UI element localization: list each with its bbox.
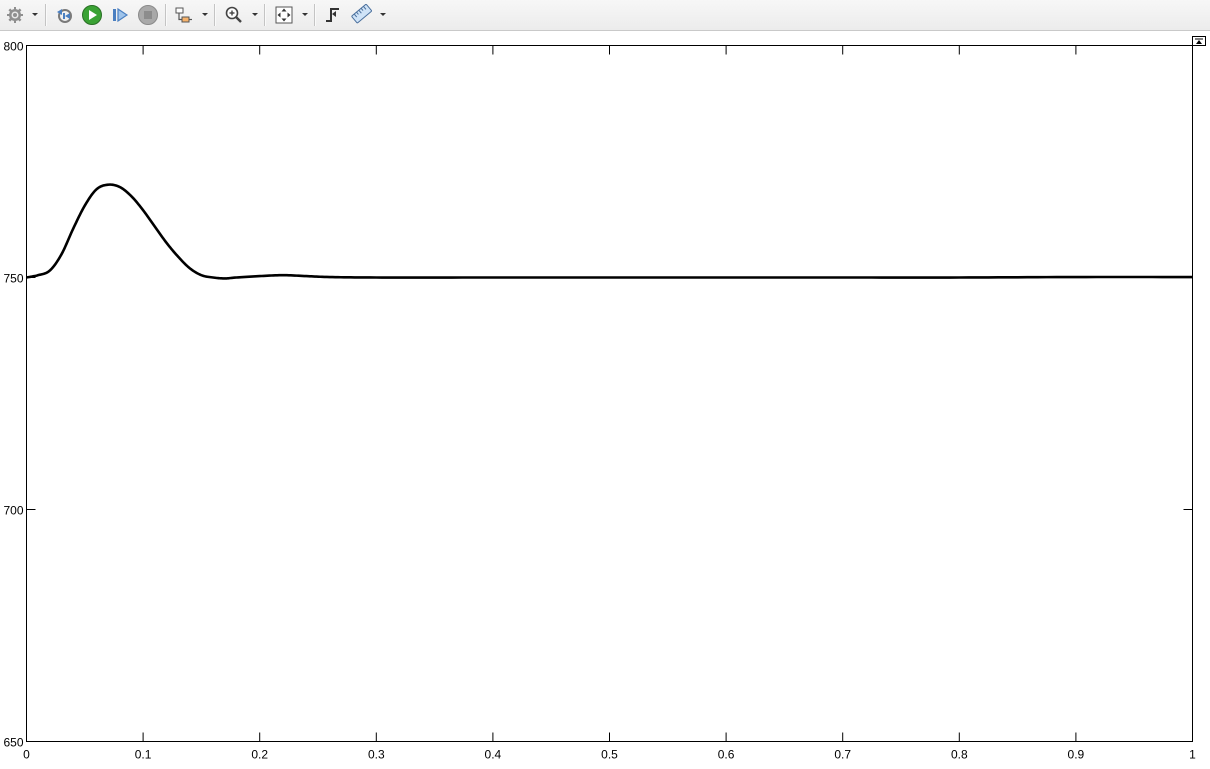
- plot-canvas: 0 0.1 0.2 0.3 0.4 0.5 0.6 0.7 0.8 0.9 1 650 700 750 80…: [3, 40, 1196, 762]
- ruler-icon: [351, 4, 372, 24]
- step-forward-icon: [113, 7, 129, 23]
- toolbar-separator: [165, 4, 167, 26]
- y-tick-label: 750: [3, 272, 23, 286]
- x-tick-label: 0.5: [601, 748, 618, 762]
- gear-icon: [7, 7, 23, 23]
- x-tick-label: 0.4: [485, 748, 502, 762]
- scope-plot[interactable]: 0 0.1 0.2 0.3 0.4 0.5 0.6 0.7 0.8 0.9 1 650 700 750 80…: [0, 33, 1210, 769]
- toolbar-separator: [214, 4, 216, 26]
- step-back-button[interactable]: [53, 4, 75, 26]
- autoscale-dropdown[interactable]: [301, 11, 309, 19]
- y-tick-label: 700: [3, 504, 23, 518]
- scope-window: 0 0.1 0.2 0.3 0.4 0.5 0.6 0.7 0.8 0.9 1 650 700 750 80…: [0, 0, 1210, 769]
- measurements-dropdown[interactable]: [379, 11, 387, 19]
- settings-button[interactable]: [4, 4, 26, 26]
- step-forward-button[interactable]: [109, 4, 131, 26]
- x-tick-label: 0.6: [718, 748, 735, 762]
- chevron-down-icon: [302, 13, 308, 16]
- zoom-dropdown[interactable]: [251, 11, 259, 19]
- x-tick-label: 1: [1189, 748, 1196, 762]
- x-tick-label: 0.1: [135, 748, 152, 762]
- x-tick-label: 0.8: [951, 748, 968, 762]
- x-tick-label: 0.2: [251, 748, 268, 762]
- x-tick-label: 0: [23, 748, 30, 762]
- trigger-icon: [326, 8, 339, 22]
- settings-dropdown[interactable]: [31, 11, 39, 19]
- stop-button[interactable]: [137, 4, 159, 26]
- chevron-down-icon: [252, 13, 258, 16]
- step-back-icon: [57, 9, 72, 23]
- stop-icon: [138, 5, 158, 25]
- autoscale-button[interactable]: [273, 4, 295, 26]
- axes-box: [26, 45, 1193, 742]
- run-button[interactable]: [81, 4, 103, 26]
- chevron-down-icon: [32, 13, 38, 16]
- highlight-dropdown[interactable]: [201, 11, 209, 19]
- toolbar-separator: [264, 4, 266, 26]
- x-tick-label: 0.9: [1068, 748, 1085, 762]
- chevron-down-icon: [380, 13, 386, 16]
- triggers-button[interactable]: [322, 4, 344, 26]
- zoom-button[interactable]: [223, 4, 245, 26]
- highlight-icon: [175, 7, 192, 23]
- highlight-model-button[interactable]: [173, 4, 195, 26]
- zoom-in-icon: [225, 6, 242, 23]
- x-tick-label: 0.3: [368, 748, 385, 762]
- toolbar: [0, 0, 1210, 31]
- toolbar-separator: [45, 4, 47, 26]
- chevron-down-icon: [202, 13, 208, 16]
- play-icon: [82, 5, 102, 25]
- x-tick-label: 0.7: [834, 748, 851, 762]
- restore-icon: [1195, 38, 1203, 44]
- y-tick-label: 800: [3, 40, 23, 54]
- autoscale-icon: [275, 6, 293, 24]
- measurements-button[interactable]: [351, 4, 373, 26]
- restore-axes-button[interactable]: [1192, 36, 1206, 46]
- toolbar-separator: [314, 4, 316, 26]
- y-tick-label: 650: [3, 736, 23, 750]
